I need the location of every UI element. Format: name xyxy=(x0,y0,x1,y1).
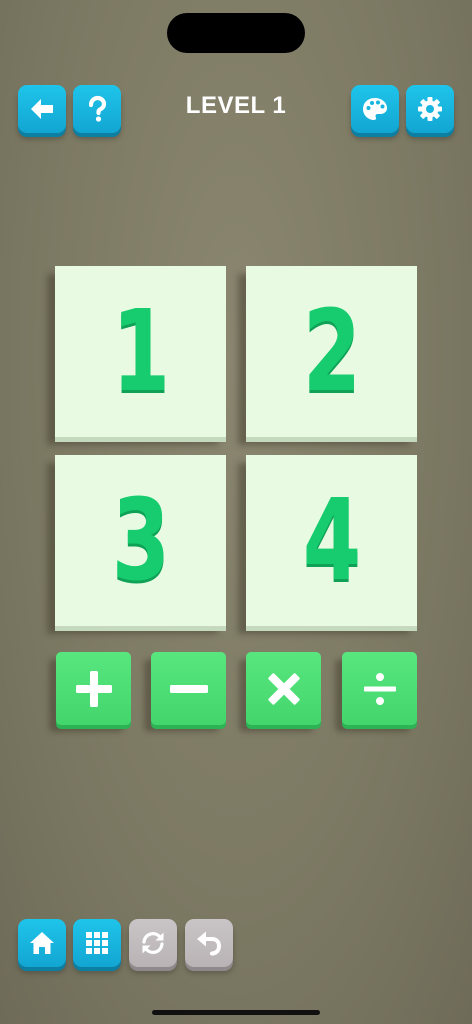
undo-icon xyxy=(195,929,223,957)
minus-button[interactable] xyxy=(151,652,226,725)
dynamic-island xyxy=(167,13,305,53)
gear-icon xyxy=(416,95,444,123)
undo-button[interactable] xyxy=(185,919,233,967)
home-button[interactable] xyxy=(18,919,66,967)
number-tile-3[interactable]: 3 xyxy=(55,455,226,626)
palette-icon xyxy=(361,95,389,123)
plus-icon xyxy=(74,669,114,709)
home-icon xyxy=(28,929,56,957)
number-tile-4[interactable]: 4 xyxy=(246,455,417,626)
level-title: LEVEL 1 xyxy=(185,92,287,119)
levels-button[interactable] xyxy=(73,919,121,967)
restart-button[interactable] xyxy=(129,919,177,967)
divide-button[interactable] xyxy=(342,652,417,725)
grid-icon xyxy=(83,929,111,957)
divide-icon xyxy=(360,669,400,709)
minus-icon xyxy=(169,669,209,709)
settings-button[interactable] xyxy=(406,85,454,133)
theme-button[interactable] xyxy=(351,85,399,133)
home-indicator xyxy=(152,1010,320,1015)
plus-button[interactable] xyxy=(56,652,131,725)
number-tile-2[interactable]: 2 xyxy=(246,266,417,437)
times-icon xyxy=(264,669,304,709)
tile-digit: 2 xyxy=(302,286,361,417)
tile-digit: 3 xyxy=(111,475,170,606)
number-tile-1[interactable]: 1 xyxy=(55,266,226,437)
tile-digit: 1 xyxy=(111,286,170,417)
tile-digit: 4 xyxy=(302,475,361,606)
restart-icon xyxy=(139,929,167,957)
multiply-button[interactable] xyxy=(246,652,321,725)
